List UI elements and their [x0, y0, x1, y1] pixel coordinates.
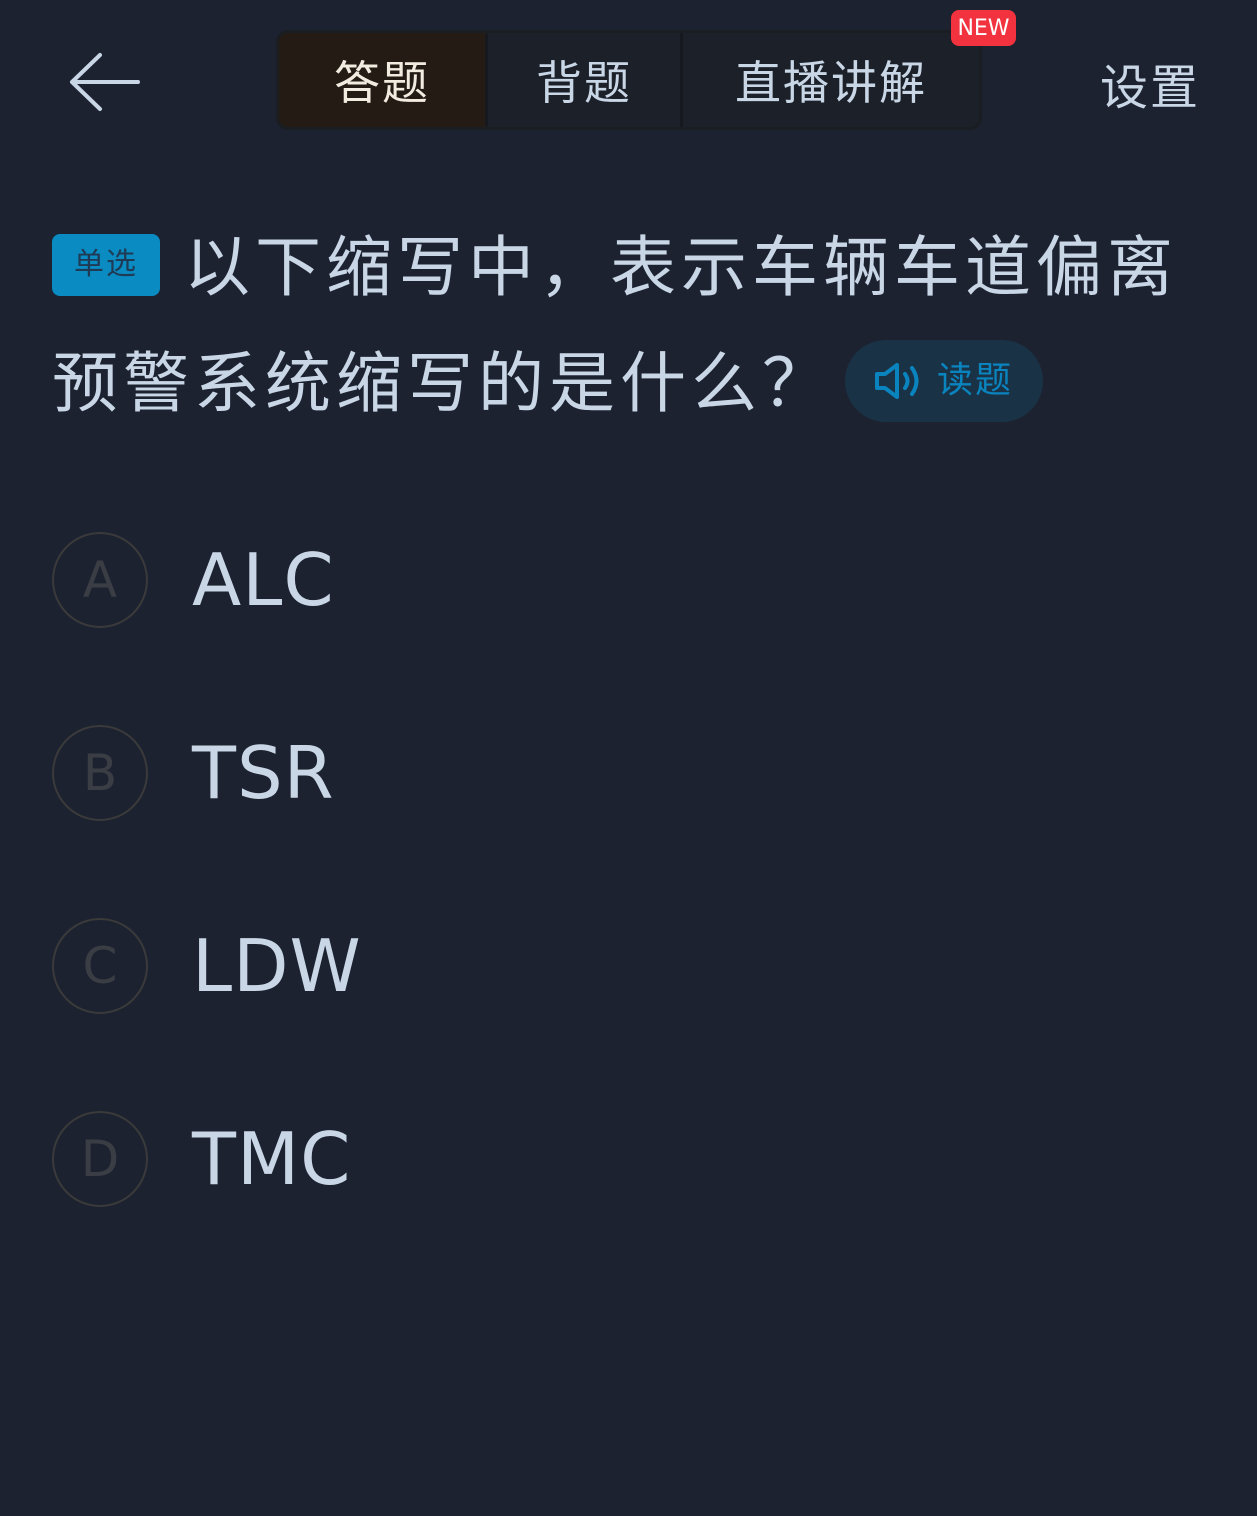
- arrow-left-icon: [70, 53, 140, 111]
- question-block: 单选 以下缩写中，表示车辆车道偏离预警系统缩写的是什么？ 读题: [52, 210, 1212, 442]
- option-letter-circle: A: [52, 532, 148, 628]
- tab-answer[interactable]: 答题: [279, 33, 485, 127]
- read-question-button[interactable]: 读题: [845, 339, 1044, 422]
- back-button[interactable]: [62, 40, 146, 124]
- tab-live-explanation[interactable]: 直播讲解: [683, 33, 979, 127]
- option-letter-circle: B: [52, 725, 148, 821]
- option-text: TMC: [192, 1117, 352, 1201]
- options-list: A ALC B TSR C LDW D TMC: [52, 530, 1202, 1302]
- speaker-icon: [875, 362, 919, 399]
- option-text: ALC: [192, 538, 335, 622]
- option-text: LDW: [192, 924, 362, 1008]
- tab-memorize[interactable]: 背题: [485, 33, 683, 127]
- option-b[interactable]: B TSR: [52, 723, 1202, 823]
- settings-button[interactable]: 设置: [1100, 48, 1200, 118]
- option-c[interactable]: C LDW: [52, 916, 1202, 1016]
- option-a[interactable]: A ALC: [52, 530, 1202, 630]
- option-letter-circle: D: [52, 1111, 148, 1207]
- option-letter-circle: C: [52, 918, 148, 1014]
- question-type-badge: 单选: [52, 233, 160, 296]
- read-question-label: 读题: [937, 359, 1014, 401]
- option-d[interactable]: D TMC: [52, 1109, 1202, 1209]
- mode-tabs: 答题 背题 直播讲解: [276, 30, 982, 130]
- new-badge: NEW: [951, 10, 1016, 46]
- option-text: TSR: [192, 731, 335, 815]
